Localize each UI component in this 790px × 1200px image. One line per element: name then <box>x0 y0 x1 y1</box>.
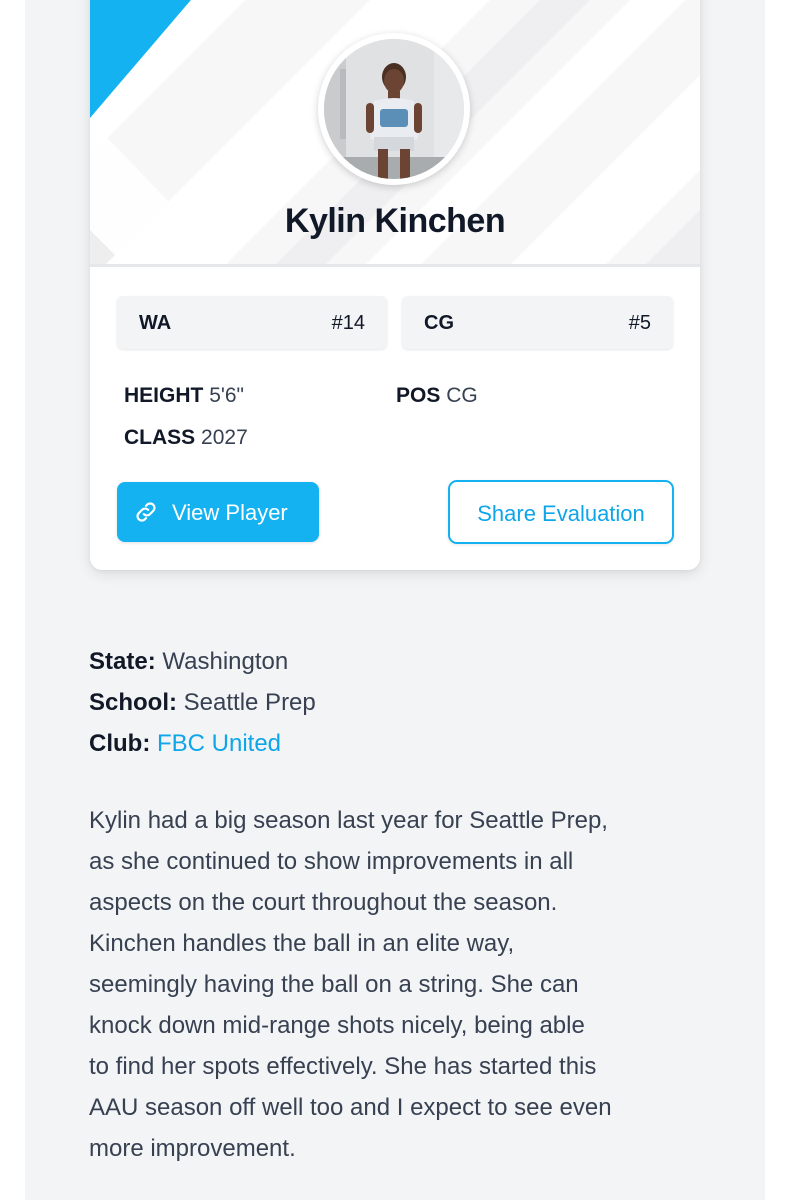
evaluation-line: AAU season off well too and I expect to … <box>89 1094 612 1121</box>
share-evaluation-button[interactable]: Share Evaluation <box>448 480 674 544</box>
evaluation-line: to find her spots effectively. She has s… <box>89 1053 597 1080</box>
school-label: School: <box>89 689 177 716</box>
state-rank-value: #14 <box>331 312 365 334</box>
club-row: Club: FBC United <box>89 730 281 758</box>
position-rank-label: CG <box>424 312 454 334</box>
state-label: State: <box>89 648 156 675</box>
state-rank-label: WA <box>139 312 172 334</box>
player-card: Kylin Kinchen WA #14 CG #5 HEIGHT 5'6" P… <box>90 0 700 570</box>
state-value: Washington <box>162 648 289 675</box>
player-photo <box>324 39 464 179</box>
height-attribute: HEIGHT 5'6" <box>124 384 244 408</box>
school-value: Seattle Prep <box>183 689 316 716</box>
club-link[interactable]: FBC United <box>157 730 281 757</box>
state-row: State: Washington <box>89 648 288 676</box>
position-attribute: POS CG <box>396 384 478 408</box>
left-margin <box>0 0 25 1200</box>
class-value: 2027 <box>201 426 248 449</box>
header-divider <box>90 264 700 267</box>
view-player-button[interactable]: View Player <box>117 482 319 542</box>
school-row: School: Seattle Prep <box>89 689 316 717</box>
right-margin <box>765 0 790 1200</box>
pos-value: CG <box>446 384 478 407</box>
view-player-label: View Player <box>172 500 288 525</box>
position-rank-value: #5 <box>628 312 651 334</box>
height-value: 5'6" <box>209 384 245 407</box>
evaluation-line: Kylin had a big season last year for Sea… <box>89 807 608 834</box>
evaluation-line: more improvement. <box>89 1135 296 1162</box>
pos-label: POS <box>396 384 441 407</box>
evaluation-line: as she continued to show improvements in… <box>89 848 574 875</box>
card-header: Kylin Kinchen <box>90 0 700 265</box>
player-name: Kylin Kinchen <box>284 202 506 240</box>
avatar <box>318 33 470 185</box>
evaluation-text: Kylin had a big season last year for Sea… <box>89 800 709 1169</box>
class-attribute: CLASS 2027 <box>124 426 248 450</box>
evaluation-line: aspects on the court throughout the seas… <box>89 889 558 916</box>
class-label: CLASS <box>124 426 196 449</box>
evaluation-line: seemingly having the ball on a string. S… <box>89 971 579 998</box>
club-label: Club: <box>89 730 151 757</box>
state-rank-box: WA #14 <box>117 296 387 349</box>
evaluation-line: Kinchen handles the ball in an elite way… <box>89 930 515 957</box>
position-rank-box: CG #5 <box>402 296 673 349</box>
link-icon <box>133 499 159 531</box>
share-evaluation-label: Share Evaluation <box>477 501 645 526</box>
height-label: HEIGHT <box>124 384 204 407</box>
evaluation-line: knock down mid-range shots nicely, being… <box>89 1012 585 1039</box>
